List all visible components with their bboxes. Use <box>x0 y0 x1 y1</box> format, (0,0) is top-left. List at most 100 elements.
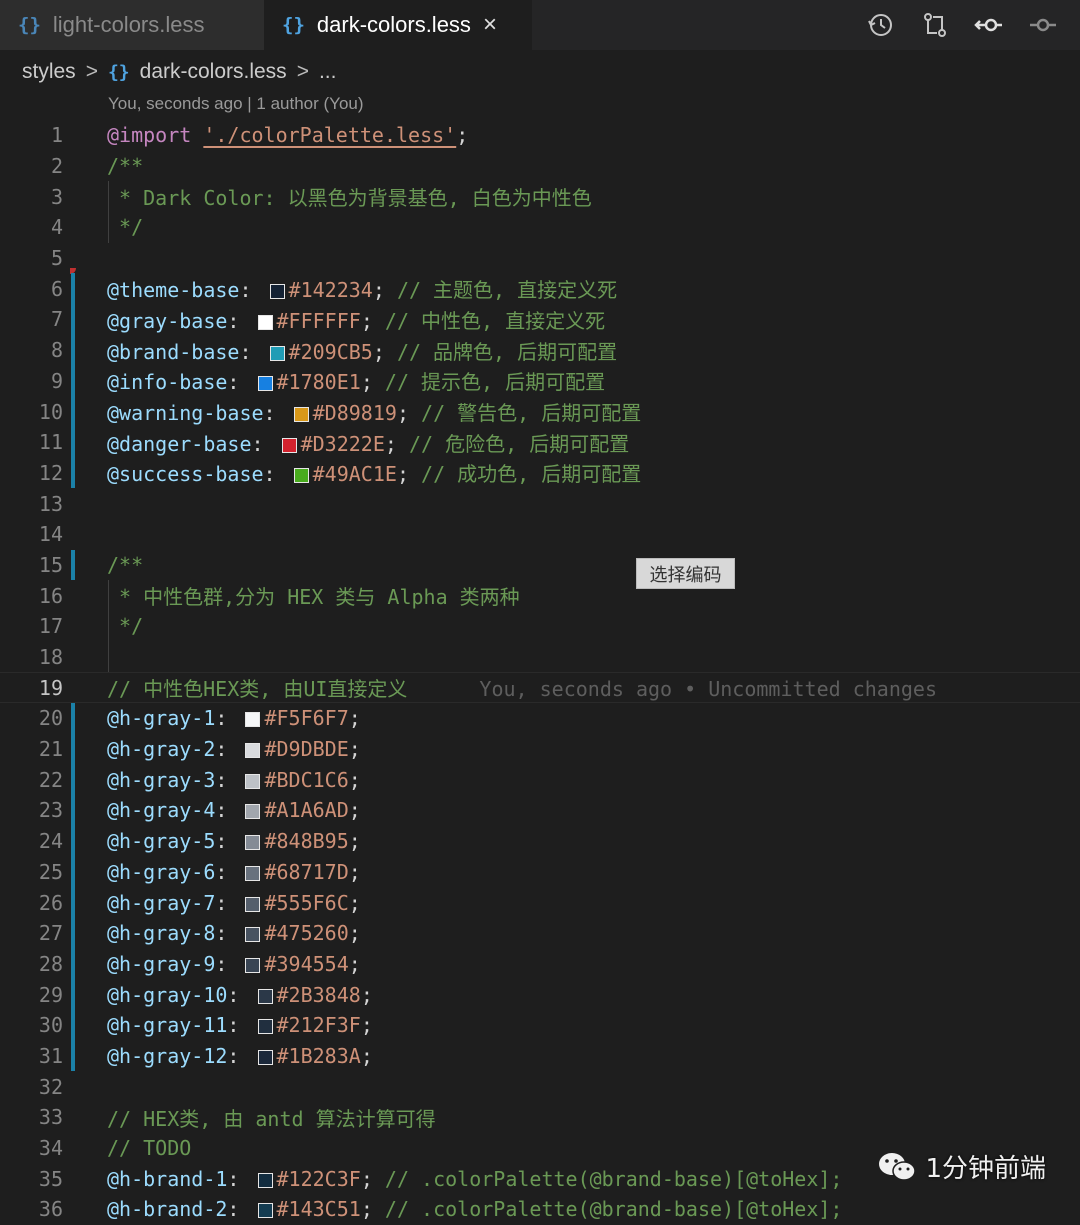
codelens-blame[interactable]: You, seconds ago | 1 author (You) <box>108 94 364 114</box>
breadcrumb-file[interactable]: dark-colors.less <box>140 60 287 84</box>
hex-value-token: #F5F6F7 <box>264 706 349 731</box>
color-swatch-icon[interactable] <box>245 957 261 973</box>
git-modified-indicator[interactable] <box>71 549 75 581</box>
punctuation-token: ; <box>372 278 397 303</box>
color-swatch-icon[interactable] <box>245 896 261 912</box>
code-line[interactable]: 20 @h-gray-1: #F5F6F7; <box>0 703 1080 734</box>
git-modified-indicator[interactable] <box>71 948 75 980</box>
tooltip-select-encoding[interactable]: 选择编码 <box>636 558 735 589</box>
comment-token: // .colorPalette(@brand-base)[@toHex]; <box>384 1197 843 1222</box>
git-modified-indicator[interactable] <box>71 334 75 366</box>
code-line[interactable]: 32 <box>0 1071 1080 1102</box>
code-line[interactable]: 28 @h-gray-9: #394554; <box>0 948 1080 980</box>
line-number: 4 <box>50 215 63 240</box>
code-text: */ <box>107 614 143 638</box>
git-modified-indicator[interactable] <box>71 917 75 949</box>
color-swatch-icon[interactable] <box>245 773 261 789</box>
color-swatch-icon[interactable] <box>269 345 285 361</box>
git-modified-indicator[interactable] <box>71 273 75 305</box>
code-line[interactable]: 3 * Dark Color: 以黑色为背景基色, 白色为中性色 <box>0 181 1080 213</box>
color-swatch-icon[interactable] <box>257 376 273 392</box>
git-modified-indicator[interactable] <box>71 703 75 734</box>
code-line[interactable]: 18 <box>0 641 1080 673</box>
line-number: 30 <box>38 1013 63 1038</box>
code-line[interactable]: 16 * 中性色群,分为 HEX 类与 Alpha 类两种 <box>0 580 1080 611</box>
tab-bar: {} light-colors.less {} dark-colors.less… <box>0 0 1080 50</box>
code-line[interactable]: 22 @h-gray-3: #BDC1C6; <box>0 764 1080 796</box>
git-modified-indicator[interactable] <box>71 365 75 397</box>
code-line[interactable]: 10 @warning-base: #D89819; // 警告色, 后期可配置 <box>0 396 1080 427</box>
git-modified-indicator[interactable] <box>71 825 75 857</box>
color-swatch-icon[interactable] <box>245 743 261 759</box>
code-line[interactable]: 15 /** <box>0 549 1080 581</box>
git-modified-indicator[interactable] <box>71 457 75 489</box>
punctuation-token: ; <box>372 339 397 364</box>
go-forward-change-icon[interactable] <box>1028 10 1058 40</box>
color-swatch-icon[interactable] <box>245 835 261 851</box>
code-line[interactable]: 24 @h-gray-5: #848B95; <box>0 825 1080 857</box>
git-modified-indicator[interactable] <box>71 1040 75 1072</box>
git-modified-indicator[interactable] <box>71 887 75 918</box>
code-line[interactable]: 6 @theme-base: #142234; // 主题色, 直接定义死 <box>0 273 1080 305</box>
code-line[interactable]: 2 /** <box>0 151 1080 182</box>
code-line[interactable]: 21 @h-gray-2: #D9DBDE; <box>0 733 1080 765</box>
color-swatch-icon[interactable] <box>245 804 261 820</box>
code-line[interactable]: 25 @h-gray-6: #68717D; <box>0 856 1080 888</box>
color-swatch-icon[interactable] <box>257 1203 273 1219</box>
code-line[interactable]: 27 @h-gray-8: #475260; <box>0 917 1080 949</box>
code-line[interactable]: 11 @danger-base: #D3222E; // 危险色, 后期可配置 <box>0 426 1080 458</box>
code-line[interactable]: 33 // HEX类, 由 antd 算法计算可得 <box>0 1102 1080 1133</box>
tab-light-colors[interactable]: {} light-colors.less <box>0 0 264 50</box>
code-line[interactable]: 9 @info-base: #1780E1; // 提示色, 后期可配置 <box>0 365 1080 397</box>
color-swatch-icon[interactable] <box>293 407 309 423</box>
punctuation-token: ; <box>348 706 361 731</box>
color-swatch-icon[interactable] <box>281 437 297 453</box>
code-line[interactable]: 7 @gray-base: #FFFFFF; // 中性色, 直接定义死 <box>0 304 1080 335</box>
punctuation-token: : <box>227 1013 252 1038</box>
git-modified-indicator[interactable] <box>71 1009 75 1041</box>
code-line[interactable]: 12 @success-base: #49AC1E; // 成功色, 后期可配置 <box>0 457 1080 489</box>
color-swatch-icon[interactable] <box>245 712 261 728</box>
code-line[interactable]: 1 @import './colorPalette.less'; <box>0 120 1080 151</box>
git-modified-indicator[interactable] <box>71 396 75 427</box>
code-line[interactable]: 17 */ <box>0 611 1080 642</box>
code-line[interactable]: 26 @h-gray-7: #555F6C; <box>0 887 1080 918</box>
code-line[interactable]: 31 @h-gray-12: #1B283A; <box>0 1040 1080 1072</box>
color-swatch-icon[interactable] <box>257 988 273 1004</box>
breadcrumb-more[interactable]: ... <box>319 60 337 84</box>
code-line[interactable]: 8 @brand-base: #209CB5; // 品牌色, 后期可配置 <box>0 334 1080 366</box>
history-icon[interactable] <box>866 10 896 40</box>
color-swatch-icon[interactable] <box>257 314 273 330</box>
color-swatch-icon[interactable] <box>257 1172 273 1188</box>
color-swatch-icon[interactable] <box>293 468 309 484</box>
color-swatch-icon[interactable] <box>257 1019 273 1035</box>
code-line[interactable]: 5 <box>0 243 1080 274</box>
code-line[interactable]: 30 @h-gray-11: #212F3F; <box>0 1009 1080 1041</box>
color-swatch-icon[interactable] <box>269 284 285 300</box>
code-line[interactable]: 36 @h-brand-2: #143C51; // .colorPalette(… <box>0 1194 1080 1225</box>
git-modified-indicator[interactable] <box>71 856 75 888</box>
color-swatch-icon[interactable] <box>245 927 261 943</box>
color-swatch-icon[interactable] <box>245 865 261 881</box>
color-swatch-icon[interactable] <box>257 1049 273 1065</box>
code-line[interactable]: 13 <box>0 488 1080 519</box>
hex-value-token: #BDC1C6 <box>264 767 349 792</box>
go-back-change-icon[interactable] <box>974 10 1004 40</box>
code-line[interactable]: 14 <box>0 519 1080 550</box>
code-line[interactable]: 29 @h-gray-10: #2B3848; <box>0 979 1080 1010</box>
git-modified-indicator[interactable] <box>71 304 75 335</box>
git-modified-indicator[interactable] <box>71 979 75 1010</box>
code-line[interactable]: 23 @h-gray-4: #A1A6AD; <box>0 795 1080 826</box>
git-modified-indicator[interactable] <box>71 764 75 796</box>
code-line[interactable]: 19 // 中性色HEX类, 由UI直接定义 You, seconds ago • … <box>0 672 1080 704</box>
close-icon[interactable]: × <box>483 11 497 39</box>
code-editor[interactable]: 1 @import './colorPalette.less'; 2 /** 3 * D… <box>0 120 1080 1225</box>
git-modified-indicator[interactable] <box>71 426 75 458</box>
compare-changes-icon[interactable] <box>920 10 950 40</box>
code-line[interactable]: 4 */ <box>0 212 1080 243</box>
git-modified-indicator[interactable] <box>71 733 75 765</box>
breadcrumb-folder[interactable]: styles <box>22 60 76 84</box>
tab-dark-colors[interactable]: {} dark-colors.less × <box>264 0 532 50</box>
line-number: 15 <box>38 552 63 577</box>
git-modified-indicator[interactable] <box>71 795 75 826</box>
